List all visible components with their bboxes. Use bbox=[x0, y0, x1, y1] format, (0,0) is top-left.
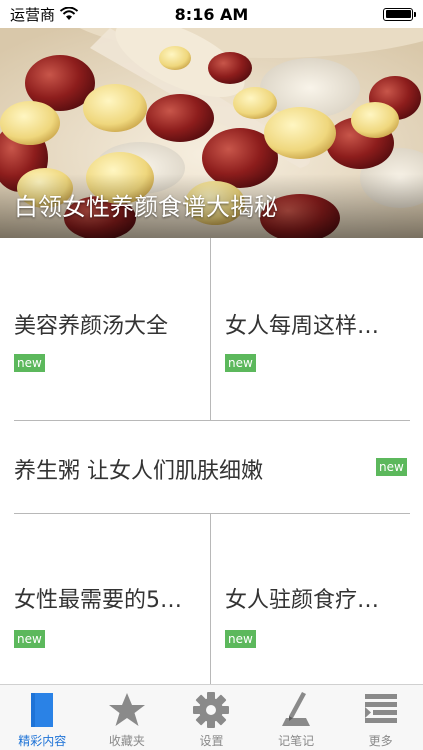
carrier-label: 运营商 bbox=[10, 5, 56, 24]
list-more-icon bbox=[364, 694, 397, 723]
new-badge: new bbox=[14, 630, 45, 648]
article-title: 养生粥 让女人们肌肤细嫩 bbox=[14, 459, 263, 484]
tab-notes[interactable]: 记笔记 bbox=[254, 685, 339, 750]
tab-featured[interactable]: 精彩内容 bbox=[0, 685, 85, 750]
new-badge: new bbox=[14, 354, 45, 372]
article-card[interactable]: 女人驻颜食疗… new bbox=[211, 514, 423, 684]
article-card[interactable]: 女性最需要的5… new bbox=[0, 514, 210, 684]
gear-icon bbox=[193, 692, 230, 728]
tab-settings[interactable]: 设置 bbox=[169, 685, 254, 750]
article-title: 女人驻颜食疗… bbox=[225, 588, 380, 613]
tab-label: 更多 bbox=[368, 734, 393, 748]
new-badge: new bbox=[376, 458, 407, 476]
document-icon bbox=[31, 693, 54, 727]
app-screen: 运营商 8:16 AM 白领女性养颜食谱大揭秘 美容养颜汤大全 new 女人每周… bbox=[0, 0, 423, 750]
status-bar: 运营商 8:16 AM bbox=[0, 0, 423, 28]
article-grid: 美容养颜汤大全 new 女人每周这样… new 养生粥 让女人们肌肤细嫩 new… bbox=[0, 238, 423, 684]
tab-favorites[interactable]: 收藏夹 bbox=[85, 685, 170, 750]
tab-bar: 精彩内容 收藏夹 设置 记笔记 更多 bbox=[0, 684, 423, 750]
tab-more[interactable]: 更多 bbox=[338, 685, 423, 750]
hero-title: 白领女性养颜食谱大揭秘 bbox=[14, 193, 278, 221]
article-card[interactable]: 养生粥 让女人们肌肤细嫩 new bbox=[0, 421, 423, 513]
article-title: 美容养颜汤大全 bbox=[14, 314, 169, 339]
wifi-icon bbox=[59, 7, 79, 20]
article-card[interactable]: 美容养颜汤大全 new bbox=[0, 238, 210, 420]
status-left: 运营商 bbox=[10, 4, 79, 25]
star-icon bbox=[108, 693, 145, 726]
tab-label: 收藏夹 bbox=[108, 734, 145, 748]
tab-label: 记笔记 bbox=[278, 734, 315, 748]
hero-banner[interactable]: 白领女性养颜食谱大揭秘 bbox=[0, 28, 423, 238]
tab-label: 设置 bbox=[199, 734, 224, 748]
article-title: 女性最需要的5… bbox=[14, 588, 182, 613]
column-divider bbox=[210, 238, 211, 420]
battery-fill bbox=[385, 10, 411, 18]
article-title: 女人每周这样… bbox=[225, 314, 380, 339]
article-card[interactable]: 女人每周这样… new bbox=[211, 238, 423, 420]
new-badge: new bbox=[225, 354, 256, 372]
tab-label: 精彩内容 bbox=[18, 734, 67, 748]
column-divider bbox=[210, 514, 211, 684]
new-badge: new bbox=[225, 630, 256, 648]
battery-icon bbox=[383, 7, 416, 21]
pen-note-icon bbox=[282, 692, 311, 726]
